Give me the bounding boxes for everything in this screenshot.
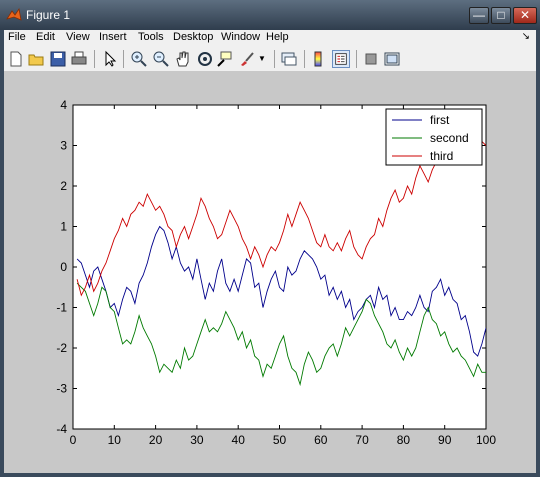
figure-canvas: 0 10 20 30 40 50 60 70 80 90 100 4 3 2 1 0 -1 -2 -3 -4 first… xyxy=(4,72,536,473)
pan-hand-icon[interactable] xyxy=(174,50,192,68)
brush-icon[interactable] xyxy=(238,50,256,68)
toolbar-separator xyxy=(356,50,357,68)
maximize-icon: □ xyxy=(497,8,505,22)
legend-label-third: third xyxy=(430,149,453,163)
save-icon[interactable] xyxy=(49,50,67,68)
menu-desktop[interactable]: Desktop xyxy=(173,31,213,43)
select-arrow-icon[interactable] xyxy=(101,50,119,68)
y-tick-label: -3 xyxy=(56,382,67,396)
x-tick-label: 90 xyxy=(438,433,452,447)
zoom-out-icon[interactable] xyxy=(152,50,170,68)
y-tick-label: -4 xyxy=(56,422,67,436)
data-cursor-icon[interactable] xyxy=(216,50,234,68)
menu-window[interactable]: Window xyxy=(221,31,260,43)
link-plot-icon[interactable] xyxy=(280,50,298,68)
x-tick-label: 20 xyxy=(149,433,163,447)
legend-label-second: second xyxy=(430,131,469,145)
show-plot-tools-icon[interactable] xyxy=(383,50,401,68)
x-tick-label: 40 xyxy=(232,433,246,447)
y-tick-label: 0 xyxy=(60,260,67,274)
matlab-logo-icon xyxy=(6,7,22,21)
menu-edit[interactable]: Edit xyxy=(36,31,55,43)
legend-label-first: first xyxy=(430,113,450,127)
y-tick-label: 3 xyxy=(60,139,67,153)
menu-help[interactable]: Help xyxy=(266,31,289,43)
toolbar-separator xyxy=(304,50,305,68)
colorbar-icon[interactable] xyxy=(309,50,327,68)
x-tick-label: 50 xyxy=(273,433,287,447)
y-tick-label: -2 xyxy=(56,341,67,355)
x-tick-label: 30 xyxy=(190,433,204,447)
x-tick-label: 100 xyxy=(476,433,496,447)
minimize-icon: ― xyxy=(473,8,485,22)
y-tick-label: 2 xyxy=(60,179,67,193)
figure-window: Figure 1 ― □ ✕ File Edit View Insert Too… xyxy=(0,0,540,477)
rotate-3d-icon[interactable] xyxy=(196,50,214,68)
print-icon[interactable] xyxy=(70,50,88,68)
y-tick-label: 4 xyxy=(60,98,67,112)
close-button[interactable]: ✕ xyxy=(513,7,537,24)
zoom-in-icon[interactable] xyxy=(130,50,148,68)
x-tick-label: 80 xyxy=(397,433,411,447)
x-tick-label: 0 xyxy=(70,433,77,447)
menu-bar: File Edit View Insert Tools Desktop Wind… xyxy=(4,30,536,46)
x-tick-label: 70 xyxy=(355,433,369,447)
menu-file[interactable]: File xyxy=(8,31,26,43)
plot-svg: 0 10 20 30 40 50 60 70 80 90 10043210-1-2-3-4first… xyxy=(56,98,496,447)
dock-arrow-icon[interactable]: ↘ xyxy=(522,31,530,42)
y-tick-label: 1 xyxy=(60,220,67,234)
title-bar[interactable]: Figure 1 ― □ ✕ xyxy=(0,0,540,30)
minimize-button[interactable]: ― xyxy=(469,7,489,24)
menu-insert[interactable]: Insert xyxy=(99,31,127,43)
toolbar-separator xyxy=(123,50,124,68)
figure-toolbar: ▼ xyxy=(4,46,536,72)
toolbar-separator xyxy=(274,50,275,68)
y-tick-label: -1 xyxy=(56,301,67,315)
x-tick-label: 10 xyxy=(108,433,122,447)
window-title: Figure 1 xyxy=(26,8,71,22)
maximize-button[interactable]: □ xyxy=(491,7,511,24)
legend-icon[interactable] xyxy=(332,50,350,68)
close-icon: ✕ xyxy=(519,8,531,22)
toolbar-separator xyxy=(94,50,95,68)
open-folder-icon[interactable] xyxy=(27,50,45,68)
hide-plot-tools-icon[interactable] xyxy=(362,50,380,68)
menu-tools[interactable]: Tools xyxy=(138,31,164,43)
x-tick-label: 60 xyxy=(314,433,328,447)
new-file-icon[interactable] xyxy=(7,50,25,68)
menu-view[interactable]: View xyxy=(66,31,90,43)
